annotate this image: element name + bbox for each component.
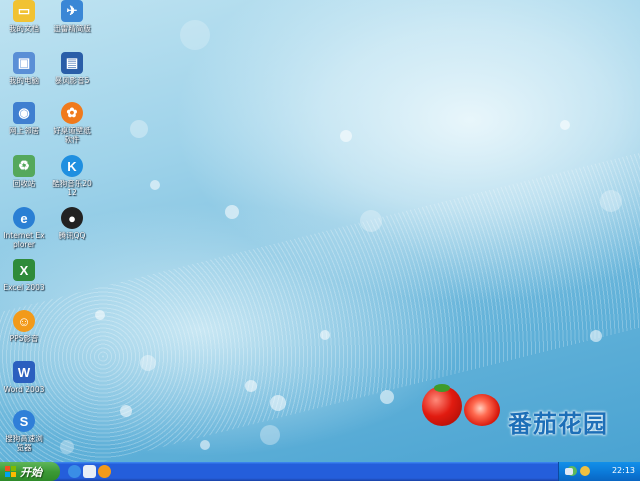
wallpaper-sparkle [560, 120, 570, 130]
tomato-slice-icon [464, 394, 500, 426]
network-places-icon: ◉ [13, 102, 35, 124]
wallpaper-sparkle [60, 440, 74, 454]
recycle-bin-icon: ♻ [13, 155, 35, 177]
sogou-browser-icon: S [13, 410, 35, 432]
desktop-icon-recycle-bin[interactable]: ♻ 回收站 [2, 155, 46, 188]
wallpaper-sparkle [270, 395, 286, 411]
taskbar: 开始 22:13 [0, 462, 640, 481]
kugou-music-icon: K [61, 155, 83, 177]
desktop-icon-label: 搜狗高速浏览器 [5, 434, 43, 452]
wallpaper-sparkle [320, 330, 330, 340]
tray-expand-icon[interactable] [565, 468, 573, 475]
wallpaper-sparkle [180, 20, 210, 50]
desktop-icon-label: PPS影音 [9, 334, 39, 343]
pps-player-icon: ☺ [13, 310, 35, 332]
wallpaper-sparkle [95, 310, 105, 320]
qq-icon: ● [61, 207, 83, 229]
wallpaper-sparkle [600, 190, 622, 212]
desktop-icon-excel[interactable]: X Excel 2003 [2, 259, 46, 292]
start-label: 开始 [20, 465, 42, 479]
desktop-icon-label: 我的文档 [9, 24, 39, 33]
tray-security-icon[interactable] [580, 466, 590, 476]
quicklaunch-show-desktop-icon[interactable] [83, 465, 96, 478]
logo-text: 番茄花园 [508, 410, 608, 438]
desktop-icon-label: 酷狗音乐2012 [52, 179, 92, 197]
wallpaper-sparkle [120, 405, 132, 417]
wallpaper-sparkle [245, 380, 257, 392]
tomato-garden-logo: 番茄花园 [420, 380, 632, 446]
wallpaper-sparkle [590, 330, 602, 342]
desktop-icon-network-places[interactable]: ◉ 网上邻居 [2, 102, 46, 135]
wallpaper-sparkle [150, 180, 160, 190]
baofeng-player-icon: ▤ [61, 52, 83, 74]
desktop-icon-my-computer[interactable]: ▣ 我的电脑 [2, 52, 46, 85]
wallpaper-sparkle [225, 205, 239, 219]
desktop-icon-label: 好桌道壁纸软件 [53, 126, 91, 144]
desktop-icon-internet-explorer[interactable]: e Internet Explorer [2, 207, 46, 249]
word-icon: W [13, 361, 35, 383]
tomato-icon [422, 386, 462, 426]
desktop-icon-label: Word 2003 [3, 385, 45, 394]
wallpaper-sparkle [260, 425, 280, 445]
thunder-icon: ✈ [61, 0, 83, 22]
quicklaunch-pps-icon[interactable] [98, 465, 111, 478]
wallpaper-sparkle [130, 120, 148, 138]
tomato-leaf [434, 384, 450, 392]
internet-explorer-icon: e [13, 207, 35, 229]
my-documents-icon: ▭ [13, 0, 35, 22]
wallpaper-sparkle [340, 130, 352, 142]
my-computer-icon: ▣ [13, 52, 35, 74]
desktop-icon-kugou-music[interactable]: K 酷狗音乐2012 [50, 155, 94, 197]
desktop-icon-label: 腾讯QQ [58, 231, 86, 240]
start-button[interactable]: 开始 [0, 462, 60, 481]
clock[interactable]: 22:13 [612, 466, 635, 475]
desktop-icon-label: 回收站 [12, 179, 36, 188]
desktop-icon-label: Excel 2003 [3, 283, 45, 292]
wallpaper-software-icon: ✿ [61, 102, 83, 124]
desktop-icon-word[interactable]: W Word 2003 [2, 361, 46, 394]
desktop-icon-label: 网上邻居 [9, 126, 39, 135]
wallpaper-sparkle [360, 210, 382, 232]
quicklaunch-ie-icon[interactable] [68, 465, 81, 478]
desktop-icon-label: 迅雷精简版 [53, 24, 91, 33]
wallpaper-sparkle [380, 390, 394, 404]
wallpaper-sparkle [200, 440, 210, 450]
desktop-icon-qq[interactable]: ● 腾讯QQ [50, 207, 94, 240]
excel-icon: X [13, 259, 35, 281]
desktop-wallpaper: ▭ 我的文档 ▣ 我的电脑 ◉ 网上邻居 ♻ 回收站 e Internet Ex… [0, 0, 640, 462]
desktop-icon-my-documents[interactable]: ▭ 我的文档 [2, 0, 46, 33]
desktop-icon-wallpaper-software[interactable]: ✿ 好桌道壁纸软件 [50, 102, 94, 144]
desktop-icon-thunder[interactable]: ✈ 迅雷精简版 [50, 0, 94, 33]
desktop-icon-pps-player[interactable]: ☺ PPS影音 [2, 310, 46, 343]
desktop-icon-sogou-browser[interactable]: S 搜狗高速浏览器 [2, 410, 46, 452]
windows-flag-icon [5, 466, 16, 477]
desktop-icon-label: 我的电脑 [9, 76, 39, 85]
wallpaper-sparkle [140, 355, 156, 371]
desktop-icon-label: 暴风影音5 [54, 76, 90, 85]
desktop-icon-baofeng-player[interactable]: ▤ 暴风影音5 [50, 52, 94, 85]
desktop-icon-label: Internet Explorer [3, 231, 45, 249]
